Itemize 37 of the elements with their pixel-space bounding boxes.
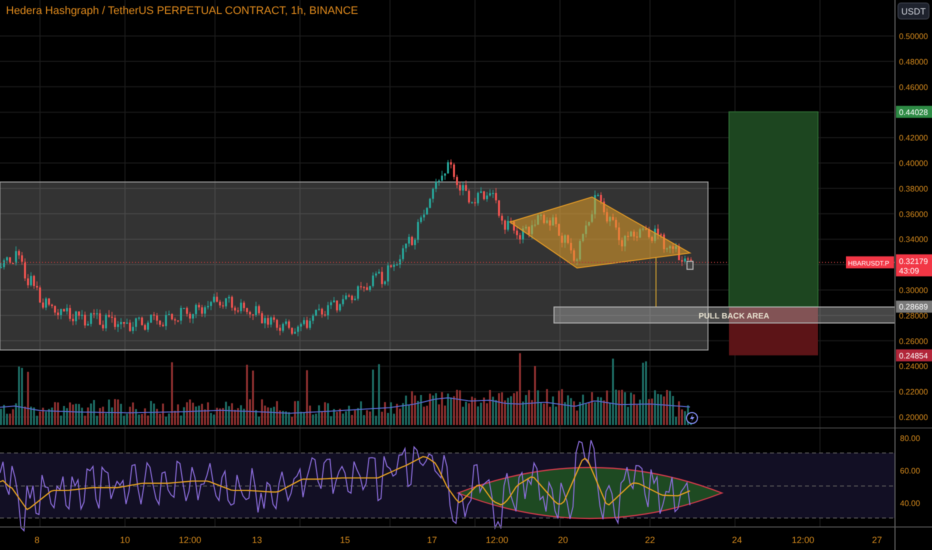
candle-marker (686, 260, 694, 270)
time-axis-label: 12:00 (178, 535, 202, 545)
price-axis-label: 0.38000 (899, 184, 928, 194)
lightning-icon[interactable] (686, 412, 698, 424)
time-axis-label: 12:00 (792, 535, 814, 545)
price-axis-label: 0.48000 (899, 57, 928, 66)
rsi-axis-label: 60.00 (900, 466, 920, 476)
price-axis-label: 0.40000 (899, 159, 928, 168)
time-axis-label: 8 (34, 535, 40, 545)
time-axis-label: 13 (252, 535, 262, 545)
rsi-axis-label: 80.00 (900, 434, 920, 443)
time-axis-label: 20 (558, 535, 568, 545)
price-tag: 0.28689 (896, 300, 932, 313)
price-axis-label: 0.22000 (899, 388, 928, 397)
price-axis-label: 0.46000 (899, 82, 928, 92)
last-price-tag: 0.32179 43:09 (896, 254, 932, 276)
time-axis-label: 22 (645, 535, 655, 545)
time-axis-label: 15 (340, 535, 350, 545)
rsi-axis-label: 40.00 (900, 499, 920, 508)
time-axis-label: 10 (120, 535, 130, 545)
time-axis-label: 17 (427, 535, 437, 545)
currency-button[interactable]: USDT (898, 2, 930, 20)
price-axis-label: 0.24000 (899, 362, 928, 372)
time-axis-label: 27 (872, 535, 882, 545)
price-axis-label: 0.26000 (899, 336, 928, 346)
chart-title: Hedera Hashgraph / TetherUS PERPETUAL CONTRACT, 1h, BINANCE (6, 5, 358, 17)
price-axis-label: 0.20000 (899, 413, 928, 422)
price-axis-label: 0.30000 (899, 286, 928, 295)
price-axis-label: 0.42000 (899, 134, 928, 143)
price-axis-label: 0.36000 (899, 210, 928, 219)
price-axis-label: 0.28000 (899, 311, 928, 320)
price-tag: 0.44028 (896, 106, 932, 118)
time-axis-label: 12:00 (486, 535, 508, 545)
price-axis-label: 0.34000 (899, 235, 928, 244)
time-axis-label: 24 (732, 535, 742, 545)
price-tag: 0.24854 (896, 349, 932, 362)
price-axis-label: 0.50000 (899, 32, 928, 41)
